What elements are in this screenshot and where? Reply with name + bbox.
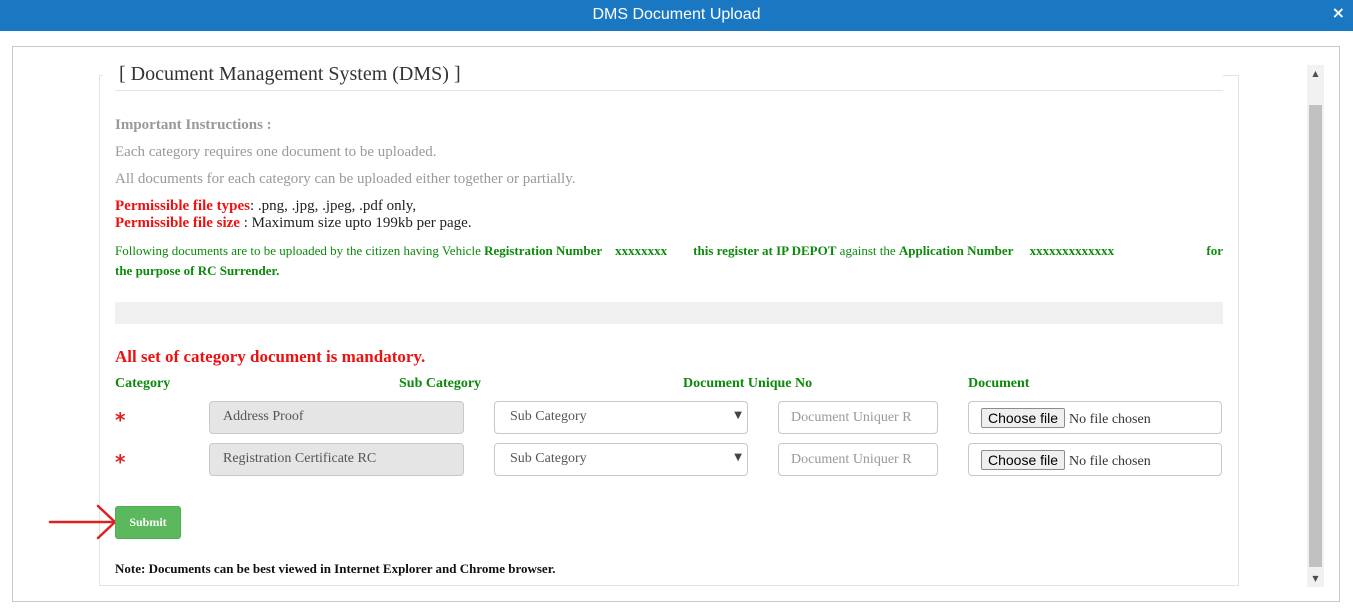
notice-trailing: for (1206, 243, 1223, 258)
vehicle-notice: Following documents are to be uploaded b… (115, 241, 1223, 281)
close-icon[interactable]: × (1332, 3, 1345, 22)
notice-purpose: the purpose of RC Surrender. (115, 263, 280, 278)
notice-prefix: Following documents are to be uploaded b… (115, 243, 485, 258)
file-size-value: : Maximum size upto 199kb per page. (239, 215, 472, 231)
file-size-line: Permissible file size : Maximum size upt… (115, 215, 472, 232)
chevron-down-icon: ▼ (734, 452, 742, 463)
mandatory-warning: All set of category document is mandator… (115, 347, 426, 366)
application-label: Application Number (898, 243, 1014, 258)
instruction-line-1: Each category requires one document to b… (115, 144, 437, 160)
fieldset-legend: [ Document Management System (DMS) ] (115, 63, 465, 86)
column-header-document: Document (968, 376, 1030, 391)
instructions-heading: Important Instructions : (115, 117, 272, 133)
file-types-line: Permissible file types: .png, .jpg, .jpe… (115, 198, 416, 215)
choose-file-button[interactable]: Choose file (981, 408, 1066, 428)
dialog-titlebar: DMS Document Upload × (0, 0, 1353, 31)
section-separator-bar (115, 302, 1223, 324)
sub-category-value: Sub Category (510, 451, 587, 466)
file-types-value: : .png, .jpg, .jpeg, .pdf only, (249, 198, 417, 214)
column-header-category: Category (115, 376, 171, 391)
chevron-down-icon: ▼ (734, 410, 742, 421)
vertical-scrollbar[interactable]: ▲ ▼ (1307, 65, 1324, 587)
sub-category-value: Sub Category (510, 409, 587, 424)
category-field-registration-certificate: Registration Certificate RC (209, 443, 464, 476)
dialog-title: DMS Document Upload (592, 6, 761, 23)
notice-register-depot: this register at IP DEPOT (693, 243, 837, 258)
column-header-unique-no: Document Unique No (683, 376, 813, 391)
legend-divider (115, 90, 1223, 91)
required-star: * (115, 450, 126, 474)
dialog-body: [ Document Management System (DMS) ] Imp… (12, 46, 1340, 602)
document-unique-no-input[interactable] (778, 401, 938, 434)
required-star: * (115, 408, 126, 432)
notice-middle: against the (836, 243, 899, 258)
file-size-label: Permissible file size (115, 215, 240, 231)
submit-button[interactable]: Submit (115, 506, 181, 539)
file-status: No file chosen (1069, 454, 1151, 469)
registration-value: xxxxxxxx (615, 243, 668, 258)
file-types-label: Permissible file types (115, 198, 250, 214)
choose-file-button[interactable]: Choose file (981, 450, 1066, 470)
browser-note: Note: Documents can be best viewed in In… (115, 561, 556, 576)
application-value: xxxxxxxxxxxxx (1029, 243, 1115, 258)
document-unique-no-input[interactable] (778, 443, 938, 476)
category-field-address-proof: Address Proof (209, 401, 464, 434)
scroll-down-icon[interactable]: ▼ (1307, 570, 1324, 587)
sub-category-select[interactable]: Sub Category ▼ (494, 401, 748, 434)
sub-category-select[interactable]: Sub Category ▼ (494, 443, 748, 476)
scroll-up-icon[interactable]: ▲ (1307, 65, 1324, 82)
document-file-input[interactable]: Choose file No file chosen (968, 401, 1222, 434)
scrollbar-thumb[interactable] (1309, 105, 1322, 567)
instruction-line-2: All documents for each category can be u… (115, 171, 576, 187)
registration-label: Registration Number (484, 243, 603, 258)
red-arrow-icon (48, 504, 117, 540)
document-file-input[interactable]: Choose file No file chosen (968, 443, 1222, 476)
column-header-sub-category: Sub Category (399, 376, 482, 391)
file-status: No file chosen (1069, 412, 1151, 427)
